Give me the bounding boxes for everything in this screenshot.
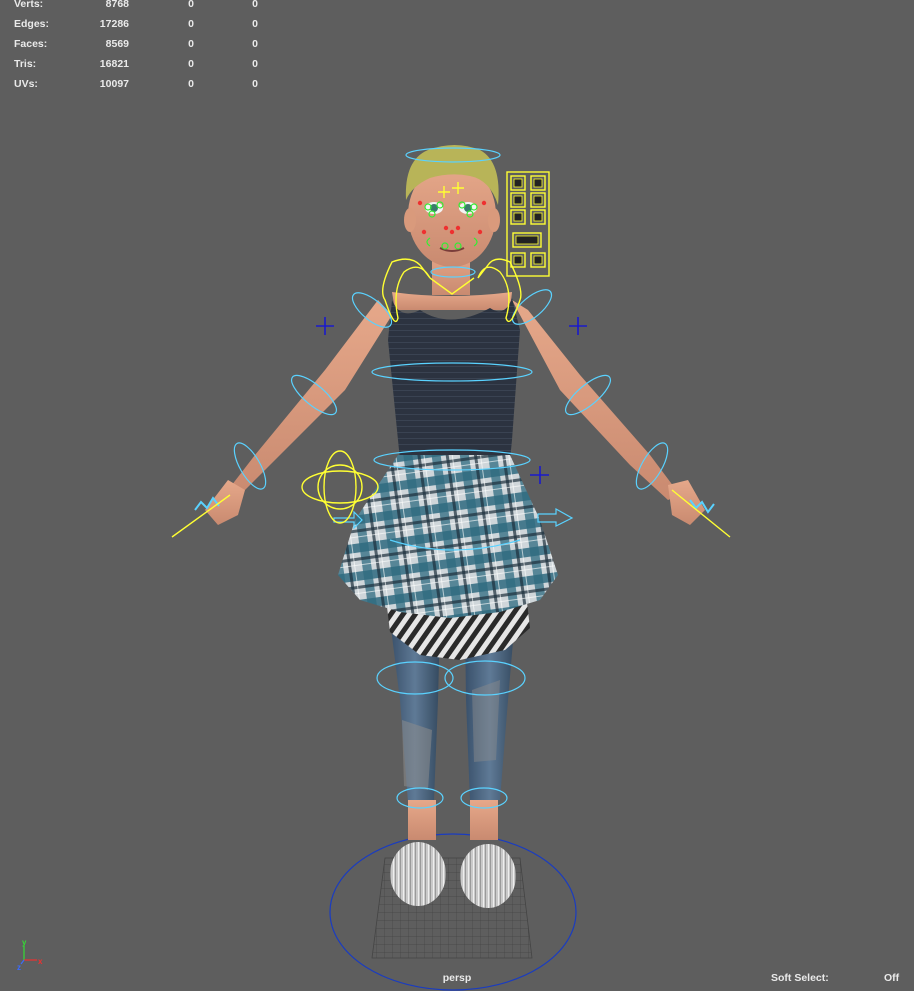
left-arm [228,300,392,495]
hud-value: 17286 [99,18,129,30]
hud-value: 10097 [99,78,129,90]
persp-viewport[interactable]: y x z Verts: 8768 0 0 Edges: 17286 0 0 F… [0,0,914,991]
soft-select-label: Soft Select: [771,972,829,984]
hud-value: 0 [188,58,194,70]
axis-x-label: x [38,957,43,966]
hud-label: Edges: [14,18,50,30]
hud-label: Verts: [14,0,44,10]
axis-y-label: y [22,938,27,947]
hud-label: Tris: [14,58,37,70]
hud-value: 8569 [105,38,129,50]
hud-value: 8768 [105,0,129,10]
view-axis-gizmo: y x z [17,938,43,972]
plaid-skirt [338,455,558,618]
hud-value: 0 [252,0,258,10]
right-slipper [460,844,516,908]
hud-label: UVs: [14,78,38,90]
character-rig-scene[interactable]: y x z [0,0,914,991]
hud-value: 0 [188,0,194,10]
hud-value: 0 [252,58,258,70]
hud-value: 0 [188,78,194,90]
hud-label: Faces: [14,38,48,50]
soft-select-value: Off [884,972,900,984]
hud-value: 0 [252,38,258,50]
hud-value: 0 [188,18,194,30]
axis-z-label: z [17,963,21,972]
hud-value: 16821 [99,58,129,70]
hud-value: 0 [252,18,258,30]
hud-value: 0 [188,38,194,50]
hud-value: 0 [252,78,258,90]
left-slipper [390,842,446,906]
right-arm [512,300,680,500]
